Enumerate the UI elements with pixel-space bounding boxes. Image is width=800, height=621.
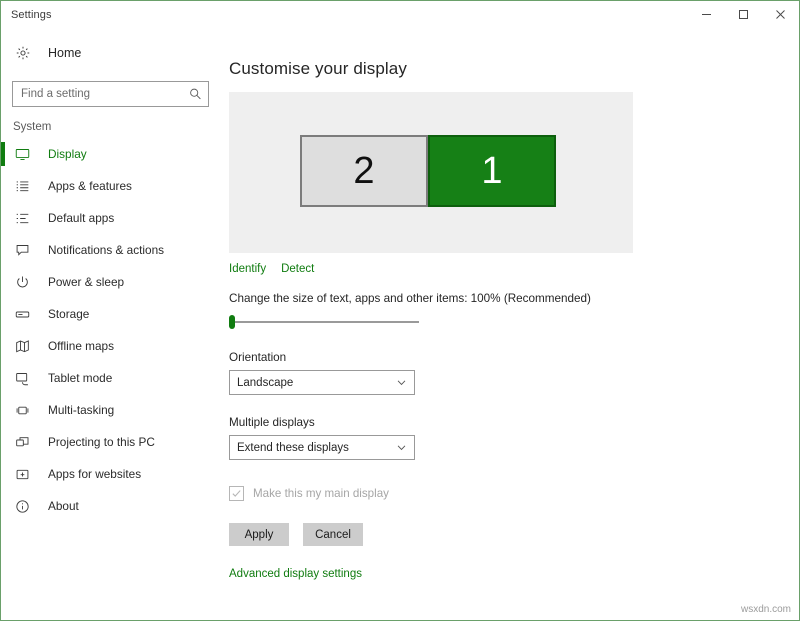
identify-link[interactable]: Identify <box>229 263 266 275</box>
scale-slider[interactable] <box>229 314 419 330</box>
list-icon <box>15 179 35 194</box>
search-input[interactable] <box>13 82 208 106</box>
title-bar: Settings <box>1 1 799 28</box>
watermark: wsxdn.com <box>741 604 791 615</box>
window-controls <box>688 1 799 28</box>
sidebar-item-tablet-mode[interactable]: Tablet mode <box>1 362 221 394</box>
sidebar-home-label: Home <box>48 46 81 60</box>
sidebar-item-label: Storage <box>48 307 89 321</box>
monitor-number: 1 <box>481 150 502 193</box>
projecting-icon <box>15 435 35 450</box>
sidebar-item-label: Notifications & actions <box>48 243 164 257</box>
sidebar-item-about[interactable]: About <box>1 490 221 522</box>
orientation-label: Orientation <box>229 351 799 364</box>
main-display-checkbox-row[interactable]: Make this my main display <box>229 486 799 501</box>
multiple-displays-label: Multiple displays <box>229 416 799 429</box>
preview-links: Identify Detect <box>229 263 799 275</box>
advanced-display-settings-link[interactable]: Advanced display settings <box>229 568 362 580</box>
orientation-dropdown[interactable]: Landscape <box>229 370 415 395</box>
multitask-icon <box>15 403 35 418</box>
detect-link[interactable]: Detect <box>281 263 314 275</box>
sidebar-group-label: System <box>1 107 221 138</box>
storage-icon <box>15 307 35 322</box>
maximize-button[interactable] <box>725 1 762 28</box>
slider-track <box>232 321 419 323</box>
window-body: Home System <box>1 28 799 620</box>
scale-label: Change the size of text, apps and other … <box>229 292 799 305</box>
orientation-value: Landscape <box>237 377 396 389</box>
chevron-down-icon <box>396 442 407 453</box>
main-display-checkbox[interactable] <box>229 486 244 501</box>
sidebar-item-label: Power & sleep <box>48 275 124 289</box>
search-icon <box>189 88 202 101</box>
sidebar-item-projecting[interactable]: Projecting to this PC <box>1 426 221 458</box>
sidebar-item-label: Projecting to this PC <box>48 435 155 449</box>
default-apps-icon <box>15 211 35 226</box>
multiple-displays-value: Extend these displays <box>237 442 396 454</box>
settings-window: Settings <box>0 0 800 621</box>
sidebar-item-label: Apps for websites <box>48 467 141 481</box>
check-icon <box>231 488 242 499</box>
apply-button[interactable]: Apply <box>229 523 289 546</box>
selection-indicator <box>1 142 5 166</box>
search-box[interactable] <box>12 81 209 107</box>
sidebar-item-offline-maps[interactable]: Offline maps <box>1 330 221 362</box>
display-arrangement-preview: 2 1 <box>229 92 633 253</box>
sidebar-item-apps-features[interactable]: Apps & features <box>1 170 221 202</box>
map-icon <box>15 339 35 354</box>
tablet-icon <box>15 371 35 386</box>
slider-thumb[interactable] <box>229 315 235 329</box>
main-content: Customise your display 2 1 Identify Dete… <box>221 28 799 620</box>
notification-icon <box>15 243 35 258</box>
multiple-displays-dropdown[interactable]: Extend these displays <box>229 435 415 460</box>
sidebar-item-label: Default apps <box>48 211 114 225</box>
sidebar-item-storage[interactable]: Storage <box>1 298 221 330</box>
cancel-button[interactable]: Cancel <box>303 523 363 546</box>
apps-websites-icon <box>15 467 35 482</box>
minimize-button[interactable] <box>688 1 725 28</box>
main-display-checkbox-label: Make this my main display <box>253 487 389 500</box>
sidebar-item-default-apps[interactable]: Default apps <box>1 202 221 234</box>
monitor-tile-2[interactable]: 2 <box>300 135 428 207</box>
page-title: Customise your display <box>229 59 799 79</box>
sidebar-item-label: Tablet mode <box>48 371 112 385</box>
sidebar-item-label: Apps & features <box>48 179 132 193</box>
sidebar: Home System <box>1 28 221 620</box>
sidebar-item-label: Offline maps <box>48 339 114 353</box>
sidebar-item-multi-tasking[interactable]: Multi-tasking <box>1 394 221 426</box>
close-button[interactable] <box>762 1 799 28</box>
close-icon <box>775 9 786 20</box>
window-title: Settings <box>1 9 52 21</box>
sidebar-item-label: Multi-tasking <box>48 403 114 417</box>
sidebar-item-apps-for-websites[interactable]: Apps for websites <box>1 458 221 490</box>
minimize-icon <box>701 9 712 20</box>
monitor-icon <box>15 147 35 162</box>
monitor-tile-1[interactable]: 1 <box>428 135 556 207</box>
sidebar-item-power-sleep[interactable]: Power & sleep <box>1 266 221 298</box>
monitor-number: 2 <box>353 150 374 193</box>
sidebar-item-display[interactable]: Display <box>1 138 221 170</box>
power-icon <box>15 275 35 290</box>
chevron-down-icon <box>396 377 407 388</box>
sidebar-item-home[interactable]: Home <box>1 36 221 70</box>
sidebar-item-label: About <box>48 499 79 513</box>
gear-icon <box>15 45 37 61</box>
sidebar-item-notifications[interactable]: Notifications & actions <box>1 234 221 266</box>
sidebar-item-label: Display <box>48 147 87 161</box>
maximize-icon <box>738 9 749 20</box>
info-icon <box>15 499 35 514</box>
action-buttons: Apply Cancel <box>229 523 799 546</box>
